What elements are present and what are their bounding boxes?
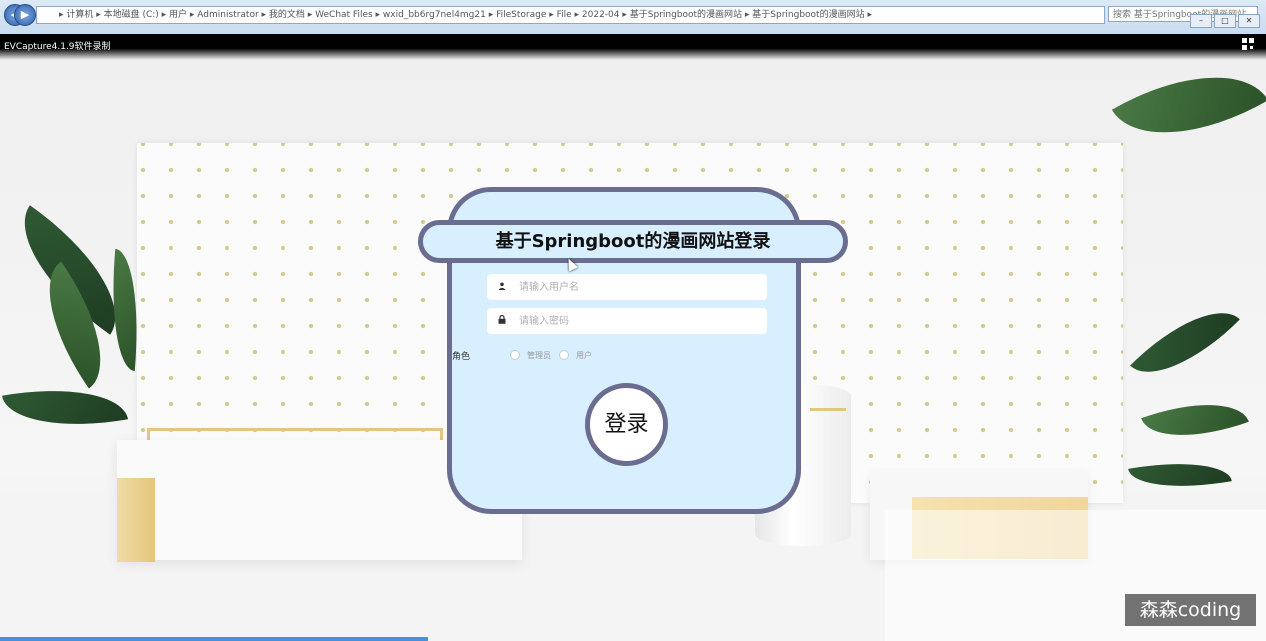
username-input[interactable] [517,280,761,294]
watermark: 森森coding [1125,594,1256,626]
role-radio-user[interactable] [559,350,570,360]
fullscreen-icon[interactable] [1242,38,1254,50]
minimize-icon[interactable]: – [1190,14,1212,28]
login-button[interactable]: 登录 [585,383,668,466]
taskbar-strip [0,637,428,641]
lock-icon [487,314,517,327]
role-radio-admin[interactable] [510,350,521,360]
recorder-caption: EVCapture4.1.9软件录制 [4,42,111,52]
cylinder-gold-ring [810,408,846,411]
role-option-user[interactable]: 用户 [576,350,592,361]
maximize-icon[interactable]: □ [1214,14,1236,28]
window-controls: – □ ✕ [1190,14,1260,28]
password-field[interactable] [487,308,767,334]
login-title: 基于Springboot的漫画网站登录 [495,231,771,252]
password-input[interactable] [517,314,761,328]
role-label: 角色 [452,351,471,362]
capture-bar [0,34,1266,60]
gold-block-decor [117,478,155,562]
login-title-bar: 基于Springboot的漫画网站登录 [418,220,848,263]
forward-icon[interactable]: ▶ [14,4,36,26]
username-field[interactable] [487,274,767,300]
close-icon[interactable]: ✕ [1238,14,1260,28]
role-selector: 角色 管理员 用户 [452,348,600,362]
user-icon [487,282,517,293]
role-option-admin[interactable]: 管理员 [527,350,551,361]
explorer-toolbar: ◀ ▶ ▸ 计算机 ▸ 本地磁盘 (C:) ▸ 用户 ▸ Administrat… [0,0,1266,35]
address-bar[interactable]: ▸ 计算机 ▸ 本地磁盘 (C:) ▸ 用户 ▸ Administrator ▸… [36,6,1105,24]
